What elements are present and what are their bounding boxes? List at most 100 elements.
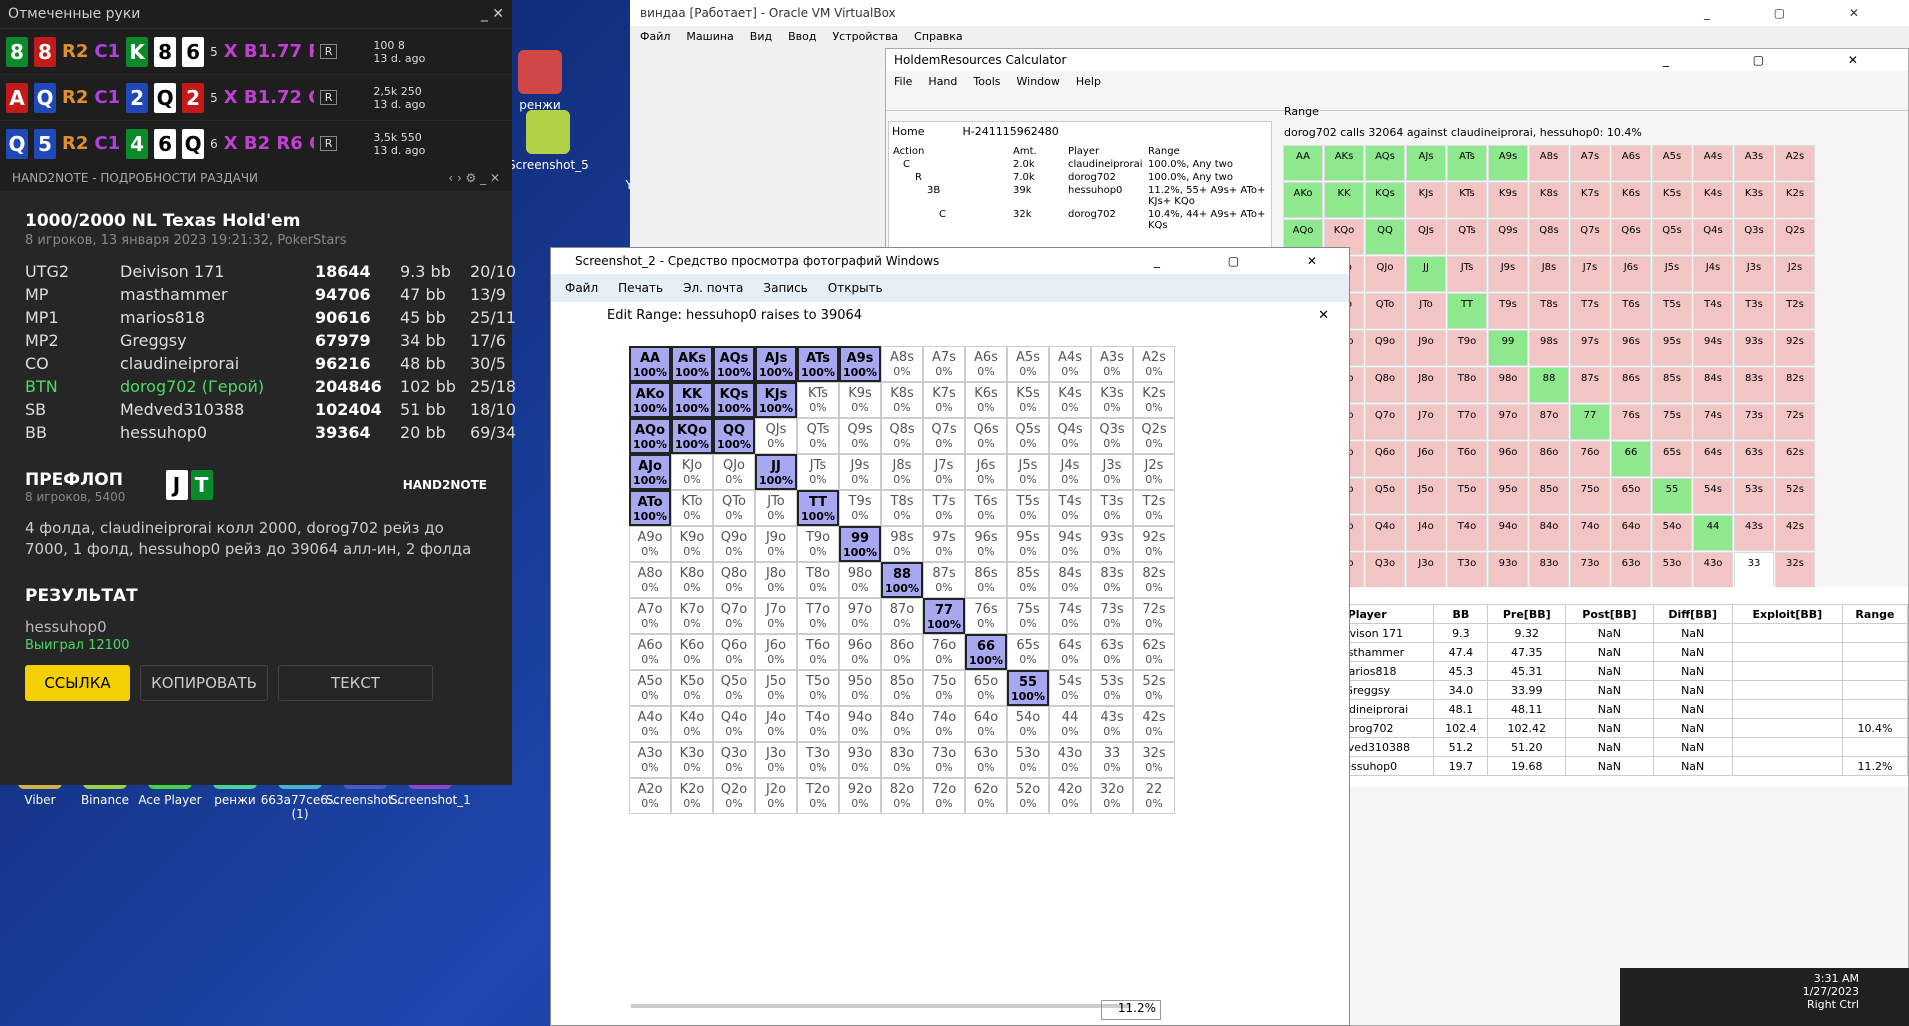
edit-range-cell[interactable]: Q7s 0%	[923, 418, 965, 454]
edit-range-cell[interactable]: 95o 0%	[839, 670, 881, 706]
edit-range-cell[interactable]: T4s 0%	[1049, 490, 1091, 526]
edit-range-cell[interactable]: 62o 0%	[965, 778, 1007, 814]
edit-range-cell[interactable]: 99 100%	[839, 526, 881, 562]
edit-range-cell[interactable]: J5s 0%	[1007, 454, 1049, 490]
edit-range-cell[interactable]: QJs 0%	[755, 418, 797, 454]
edit-range-cell[interactable]: T9s 0%	[839, 490, 881, 526]
edit-range-cell[interactable]: K2o 0%	[671, 778, 713, 814]
edit-range-cell[interactable]: 63o 0%	[965, 742, 1007, 778]
edit-range-cell[interactable]: KQo 100%	[671, 418, 713, 454]
edit-range-cell[interactable]: 42o 0%	[1049, 778, 1091, 814]
range-cell[interactable]: 86o	[1529, 441, 1569, 477]
range-cell[interactable]: QQ	[1365, 219, 1405, 255]
menu-item[interactable]: Файл	[565, 281, 598, 295]
menu-item[interactable]: Устройства	[832, 30, 898, 43]
edit-range-cell[interactable]: 94s 0%	[1049, 526, 1091, 562]
range-cell[interactable]: T3s	[1734, 293, 1774, 329]
range-cell[interactable]: Q8o	[1365, 367, 1405, 403]
range-cell[interactable]: 74o	[1570, 515, 1610, 551]
range-cell[interactable]: J6o	[1406, 441, 1446, 477]
range-cell[interactable]: 43s	[1734, 515, 1774, 551]
edit-range-cell[interactable]: KQs 100%	[713, 382, 755, 418]
range-cell[interactable]: 93o	[1488, 552, 1528, 588]
edit-range-cell[interactable]: 97s 0%	[923, 526, 965, 562]
range-cell[interactable]: Q5s	[1652, 219, 1692, 255]
copy-button[interactable]: КОПИРОВАТЬ	[140, 665, 268, 701]
edit-range-cell[interactable]: QQ 100%	[713, 418, 755, 454]
edit-range-cell[interactable]: Q9s 0%	[839, 418, 881, 454]
edit-range-cell[interactable]: 96o 0%	[839, 634, 881, 670]
range-cell[interactable]: J9o	[1406, 330, 1446, 366]
edit-range-cell[interactable]: T3o 0%	[797, 742, 839, 778]
edit-range-cell[interactable]: K7o 0%	[671, 598, 713, 634]
range-cell[interactable]: T7s	[1570, 293, 1610, 329]
edit-range-cell[interactable]: 82o 0%	[881, 778, 923, 814]
range-cell[interactable]: 97s	[1570, 330, 1610, 366]
edit-range-cell[interactable]: K2s 0%	[1133, 382, 1175, 418]
range-cell[interactable]: 99	[1488, 330, 1528, 366]
edit-range-cell[interactable]: 87s 0%	[923, 562, 965, 598]
range-cell[interactable]: 84s	[1693, 367, 1733, 403]
edit-range-cell[interactable]: 96s 0%	[965, 526, 1007, 562]
range-cell[interactable]: J4s	[1693, 256, 1733, 292]
edit-range-cell[interactable]: J3s 0%	[1091, 454, 1133, 490]
edit-range-cell[interactable]: 73s 0%	[1091, 598, 1133, 634]
edit-range-cell[interactable]: K7s 0%	[923, 382, 965, 418]
range-cell[interactable]: 65s	[1652, 441, 1692, 477]
range-cell[interactable]: 97o	[1488, 404, 1528, 440]
edit-range-cell[interactable]: KTs 0%	[797, 382, 839, 418]
edit-range-cell[interactable]: K6s 0%	[965, 382, 1007, 418]
range-cell[interactable]: 92s	[1775, 330, 1815, 366]
range-cell[interactable]: 88	[1529, 367, 1569, 403]
edit-range-cell[interactable]: K5s 0%	[1007, 382, 1049, 418]
menu-item[interactable]: Файл	[640, 30, 670, 43]
menu-item[interactable]: Tools	[973, 75, 1000, 88]
range-cell[interactable]: T7o	[1447, 404, 1487, 440]
link-button[interactable]: ССЫЛКА	[25, 665, 130, 701]
range-cell[interactable]: J5o	[1406, 478, 1446, 514]
edit-range-cell[interactable]: 74s 0%	[1049, 598, 1091, 634]
marked-row[interactable]: 88R2C1K865X B1.77 R6R100 813 d. ago	[0, 28, 512, 74]
tree-cell[interactable]: 100.0%, Any two	[1148, 159, 1278, 170]
edit-range-cell[interactable]: 82s 0%	[1133, 562, 1175, 598]
range-cell[interactable]: AKo	[1283, 182, 1323, 218]
range-cell[interactable]: 98s	[1529, 330, 1569, 366]
menu-item[interactable]: Hand	[928, 75, 957, 88]
range-cell[interactable]: 75o	[1570, 478, 1610, 514]
tree-cell[interactable]: 39k	[1013, 185, 1068, 207]
range-cell[interactable]: KTs	[1447, 182, 1487, 218]
edit-range-cell[interactable]: Q4o 0%	[713, 706, 755, 742]
edit-range-cell[interactable]: A5s 0%	[1007, 346, 1049, 382]
range-cell[interactable]: 77	[1570, 404, 1610, 440]
range-cell[interactable]: Q7s	[1570, 219, 1610, 255]
range-cell[interactable]: J8s	[1529, 256, 1569, 292]
edit-range-cell[interactable]: 74o 0%	[923, 706, 965, 742]
edit-range-cell[interactable]: AQo 100%	[629, 418, 671, 454]
edit-range-cell[interactable]: 65o 0%	[965, 670, 1007, 706]
range-cell[interactable]: A6s	[1611, 145, 1651, 181]
edit-range-cell[interactable]: 94o 0%	[839, 706, 881, 742]
range-cell[interactable]: 85o	[1529, 478, 1569, 514]
range-cell[interactable]: J5s	[1652, 256, 1692, 292]
tree-cell[interactable]: 7.0k	[1013, 172, 1068, 183]
range-cell[interactable]: Q3s	[1734, 219, 1774, 255]
range-cell[interactable]: T6s	[1611, 293, 1651, 329]
range-cell[interactable]: T9s	[1488, 293, 1528, 329]
edit-range-cell[interactable]: T8s 0%	[881, 490, 923, 526]
range-cell[interactable]: Q6o	[1365, 441, 1405, 477]
outline-tab[interactable]: Outline	[1278, 587, 1908, 604]
range-cell[interactable]: QTo	[1365, 293, 1405, 329]
edit-range-cell[interactable]: Q8o 0%	[713, 562, 755, 598]
tree-cell[interactable]: dorog702	[1068, 209, 1148, 231]
range-cell[interactable]: T8o	[1447, 367, 1487, 403]
edit-range-cell[interactable]: J8s 0%	[881, 454, 923, 490]
edit-range-cell[interactable]: 76s 0%	[965, 598, 1007, 634]
range-cell[interactable]: 96s	[1611, 330, 1651, 366]
range-cell[interactable]: A7s	[1570, 145, 1610, 181]
edit-range-cell[interactable]: A3s 0%	[1091, 346, 1133, 382]
edit-range-cell[interactable]: T3s 0%	[1091, 490, 1133, 526]
edit-range-cell[interactable]: 83s 0%	[1091, 562, 1133, 598]
close-icon[interactable]: _ ✕	[481, 6, 504, 22]
range-cell[interactable]: 64s	[1693, 441, 1733, 477]
range-cell[interactable]: 83o	[1529, 552, 1569, 588]
